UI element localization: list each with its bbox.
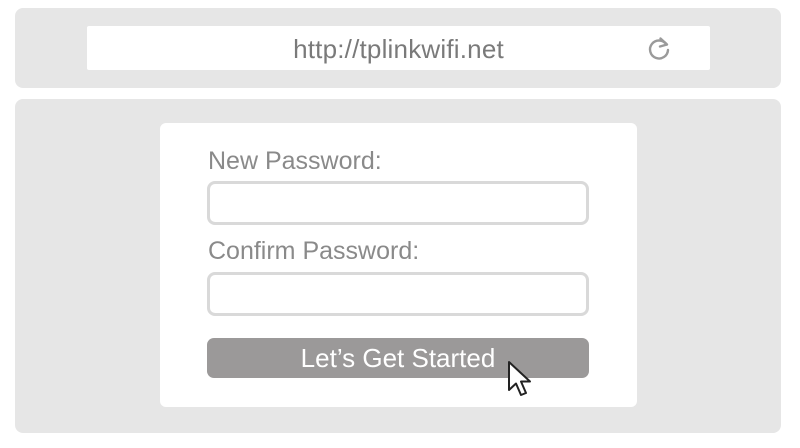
new-password-input[interactable]: [207, 181, 589, 225]
new-password-label: New Password:: [208, 147, 382, 175]
address-bar[interactable]: http://tplinkwifi.net: [87, 26, 710, 70]
confirm-password-label: Confirm Password:: [208, 237, 420, 265]
browser-toolbar: http://tplinkwifi.net: [15, 8, 781, 88]
page-content-area: New Password: Confirm Password: Let’s Ge…: [15, 99, 781, 433]
confirm-password-input[interactable]: [207, 272, 589, 316]
reload-icon[interactable]: [646, 36, 672, 62]
page: http://tplinkwifi.net New Password: Conf…: [0, 0, 800, 448]
url-text[interactable]: http://tplinkwifi.net: [87, 26, 710, 70]
mouse-pointer-icon: [508, 361, 531, 396]
password-setup-card: New Password: Confirm Password: Let’s Ge…: [160, 123, 637, 407]
